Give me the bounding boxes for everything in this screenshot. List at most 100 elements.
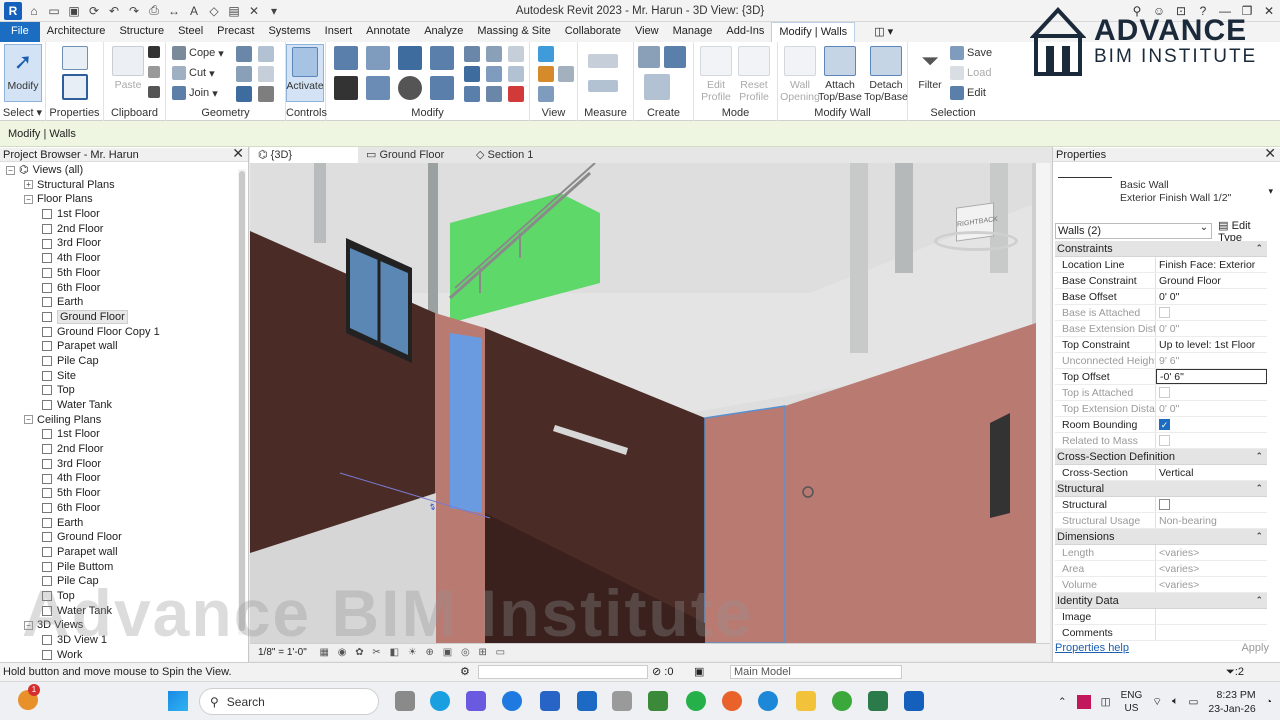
save-icon[interactable]: ▣ xyxy=(66,3,82,19)
tab-annotate[interactable]: Annotate xyxy=(359,22,417,42)
firefox-app-icon[interactable] xyxy=(722,691,742,711)
tab-insert[interactable]: Insert xyxy=(318,22,360,42)
tray-overflow-icon[interactable]: ⌃ xyxy=(1058,696,1067,708)
close-browser-icon[interactable]: ✕ xyxy=(232,146,244,160)
property-group-header[interactable]: Constraints xyxy=(1055,240,1267,257)
start-icon[interactable] xyxy=(168,691,188,711)
browser-node[interactable]: 1st Floor xyxy=(0,427,236,442)
measure-tool-icon[interactable] xyxy=(588,54,618,68)
browser-node[interactable]: − Ceiling Plans xyxy=(0,413,236,428)
browser-node[interactable]: Top xyxy=(0,383,236,398)
browser-node[interactable]: 1st Floor xyxy=(0,207,236,222)
apply-button[interactable]: Apply xyxy=(1241,642,1277,658)
dimension-icon[interactable] xyxy=(588,80,618,92)
selection-box-icon[interactable] xyxy=(538,86,554,102)
expand-icon[interactable]: + xyxy=(24,180,33,190)
type-properties-icon[interactable] xyxy=(62,46,88,70)
edge-app-icon[interactable] xyxy=(758,691,778,711)
view-control-icons[interactable]: ▦ ◉ ✿ ✂ ◧ ☀ ⊕ ▣ ◎ ⊞ ▭ xyxy=(320,647,509,658)
property-value[interactable] xyxy=(1156,497,1267,512)
close-hidden-icon[interactable]: ✕ xyxy=(246,3,262,19)
save-selection-button[interactable]: Save xyxy=(950,46,992,60)
undo-icon[interactable]: ↶ xyxy=(106,3,122,19)
property-value[interactable]: Finish Face: Exterior xyxy=(1156,257,1267,272)
scale-icon[interactable] xyxy=(486,66,502,82)
tab-systems[interactable]: Systems xyxy=(261,22,317,42)
mirror-axis-icon[interactable] xyxy=(398,46,422,70)
design-option-selector[interactable]: Main Model xyxy=(730,665,902,679)
copy-icon[interactable] xyxy=(148,66,160,78)
3d-viewport[interactable]: ⇕ RIGHT BACK xyxy=(250,163,1036,643)
todo-app-icon[interactable] xyxy=(502,691,522,711)
battery-icon[interactable]: ▭ xyxy=(1188,696,1198,708)
browser-node[interactable]: − ⌬ Views (all) xyxy=(0,163,236,178)
qat-dropdown-icon[interactable]: ▾ xyxy=(266,3,282,19)
view-cube-compass-ring[interactable] xyxy=(934,231,1018,251)
join-button[interactable]: Join ▾ xyxy=(172,86,218,100)
switch-windows-icon[interactable]: ▤ xyxy=(226,3,242,19)
browser-scroll-thumb[interactable] xyxy=(239,171,245,631)
tab-massing-site[interactable]: Massing & Site xyxy=(470,22,557,42)
browser-node[interactable]: Ground Floor Copy 1 xyxy=(0,325,236,340)
property-group-header[interactable]: Dimensions xyxy=(1055,528,1267,545)
browser-node[interactable]: 6th Floor xyxy=(0,501,236,516)
browser-node[interactable]: Water Tank xyxy=(0,398,236,413)
browser-node[interactable]: 3rd Floor xyxy=(0,457,236,472)
checkbox-checked-icon[interactable]: ✓ xyxy=(1159,419,1170,430)
browser-node[interactable]: 4th Floor xyxy=(0,251,236,266)
browser-node[interactable]: Earth xyxy=(0,516,236,531)
browser-node[interactable]: 2nd Floor xyxy=(0,222,236,237)
create-parts-icon[interactable] xyxy=(664,46,686,68)
match-type-icon[interactable] xyxy=(148,86,160,98)
redo-icon[interactable]: ↷ xyxy=(126,3,142,19)
property-value[interactable] xyxy=(1156,609,1267,624)
browser-node[interactable]: 3D View 1 xyxy=(0,633,236,648)
language-indicator[interactable]: ENG US xyxy=(1121,689,1143,715)
select-panel-label[interactable]: Select ▾ xyxy=(0,106,45,119)
workset-selector[interactable] xyxy=(478,665,648,679)
split-face-icon[interactable] xyxy=(258,46,274,62)
browser-node[interactable]: Pile Cap xyxy=(0,354,236,369)
collapse-icon[interactable]: − xyxy=(24,415,33,425)
view-scale[interactable]: 1/8" = 1'-0" xyxy=(258,647,307,658)
delete-icon[interactable] xyxy=(508,86,524,102)
sync-icon[interactable]: ⟳ xyxy=(86,3,102,19)
browser-node[interactable]: + Structural Plans xyxy=(0,178,236,193)
copilot-app-icon[interactable] xyxy=(466,691,486,711)
browser-node[interactable]: 6th Floor xyxy=(0,281,236,296)
properties-icon[interactable] xyxy=(62,74,88,100)
paste-button[interactable]: Paste xyxy=(108,46,148,91)
override-graphics-icon[interactable] xyxy=(538,66,554,82)
checkbox-icon[interactable] xyxy=(1159,499,1170,510)
hammer-icon[interactable] xyxy=(258,86,274,102)
split-icon[interactable] xyxy=(464,46,480,62)
tab-modify-walls[interactable]: Modify | Walls xyxy=(771,22,856,42)
browser-node[interactable]: Pile Buttom xyxy=(0,560,236,575)
property-group-header[interactable]: Cross-Section Definition xyxy=(1055,448,1267,465)
view-cube-back-label[interactable]: BACK xyxy=(979,215,998,225)
pin-icon[interactable] xyxy=(508,66,524,82)
view-cube-right-label[interactable]: RIGHT xyxy=(957,218,979,228)
volume-icon[interactable]: 🔈︎ xyxy=(1172,695,1178,708)
settings-app-icon[interactable] xyxy=(430,691,450,711)
browser-node[interactable]: 4th Floor xyxy=(0,471,236,486)
paint-icon[interactable] xyxy=(236,66,252,82)
trim-extend-icon[interactable] xyxy=(464,86,480,102)
view-option-icon[interactable] xyxy=(558,66,574,82)
tab-structure[interactable]: Structure xyxy=(112,22,171,42)
outlook-app-icon[interactable] xyxy=(577,691,597,711)
align-icon[interactable] xyxy=(334,46,358,70)
browser-node[interactable]: 5th Floor xyxy=(0,486,236,501)
attach-top-base-button[interactable]: Attach Top/Base xyxy=(818,46,862,103)
move-icon[interactable] xyxy=(334,76,358,100)
cut-icon[interactable] xyxy=(148,46,160,58)
tab-collaborate[interactable]: Collaborate xyxy=(558,22,628,42)
tag-icon[interactable]: A xyxy=(186,3,202,19)
trim-multiple-icon[interactable] xyxy=(486,86,502,102)
viewport-scrollbar[interactable] xyxy=(1036,163,1050,643)
tab-architecture[interactable]: Architecture xyxy=(40,22,113,42)
create-group-icon[interactable] xyxy=(644,74,670,100)
view-tab[interactable]: ▭ Ground Floor xyxy=(358,147,468,163)
wall-joins-icon[interactable] xyxy=(236,46,252,62)
collapse-icon[interactable]: − xyxy=(24,620,33,630)
